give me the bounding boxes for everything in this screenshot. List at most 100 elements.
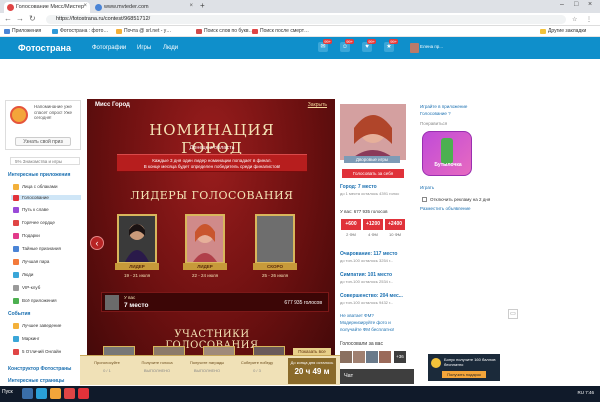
- sidebar-item[interactable]: Всё приложения: [13, 298, 57, 304]
- more-voters-button[interactable]: +36: [394, 351, 406, 363]
- maximize-icon[interactable]: □: [574, 1, 578, 8]
- bookmark-other[interactable]: Другие закладки: [540, 28, 586, 34]
- section-constructor[interactable]: Конструктор Фотостраны: [8, 366, 71, 372]
- sidebar-item[interactable]: VIP-клуб: [13, 285, 40, 291]
- app-icon: [13, 184, 19, 190]
- nav-games[interactable]: Игры: [137, 45, 151, 51]
- play-app-title[interactable]: Играйте в приложение: [420, 104, 467, 109]
- new-tab-button[interactable]: +: [200, 1, 205, 10]
- leader-date: 22 - 24 июля: [191, 273, 219, 278]
- close-contest-link[interactable]: Закрыть: [308, 102, 327, 108]
- menu-icon[interactable]: ⋮: [586, 16, 592, 23]
- sidebar-item[interactable]: Лучшее заведение: [13, 323, 61, 329]
- play-app-title-2[interactable]: Голосование ?: [420, 111, 451, 116]
- charm-place[interactable]: Очарование: 117 место: [340, 251, 398, 257]
- apps-icon: [13, 298, 19, 304]
- play-link[interactable]: Играть: [420, 185, 434, 190]
- promo-line[interactable]: Модернизируйте фото и: [340, 320, 391, 325]
- bookmark-apps[interactable]: Приложения: [4, 28, 41, 34]
- sidebar-item[interactable]: Тайные признания: [13, 246, 61, 252]
- bookmark-mail[interactable]: Почта @ srl.net - у…: [116, 28, 171, 34]
- contest-title[interactable]: Мисс Город: [95, 102, 130, 108]
- sidebar-item[interactable]: Горячее сердце: [13, 220, 55, 226]
- start-button[interactable]: Пуск: [2, 389, 13, 395]
- promo-line[interactable]: Не хватает ФМ?: [340, 313, 374, 318]
- browser-tab[interactable]: www.mvteder.com ×: [92, 2, 196, 13]
- task-item[interactable]: Получите награды ВЫПОЛНЕНО: [186, 360, 228, 373]
- previous-arrow-button[interactable]: ‹: [90, 236, 104, 250]
- scroll-to-top-icon[interactable]: ▭: [508, 309, 518, 319]
- info-ribbon: Каждые 3 дня один лидер номинации попада…: [117, 154, 307, 172]
- url-input[interactable]: https://fotostrana.ru/contest/96851712/: [46, 15, 566, 24]
- leader-date: 25 - 26 июля: [261, 273, 289, 278]
- perfection-place[interactable]: Совершенство: 204 мес...: [340, 293, 403, 299]
- sidebar-item[interactable]: 5 Отличий Онлайн: [13, 349, 61, 355]
- leader-photo[interactable]: [117, 214, 157, 264]
- reload-icon[interactable]: ↻: [29, 14, 36, 23]
- place-ad-link[interactable]: Разместить объявление: [420, 206, 471, 211]
- task-item[interactable]: Получите голоса ВЫПОЛНЕНО: [136, 360, 178, 373]
- tab-close-icon[interactable]: ×: [189, 3, 193, 9]
- avatar[interactable]: [410, 43, 419, 53]
- explorer-icon[interactable]: [22, 388, 33, 399]
- vote-for-self-button[interactable]: Голосовать за себя: [342, 169, 404, 178]
- likes-icon[interactable]: ♥ 99+: [362, 39, 376, 52]
- events-icon[interactable]: ★ 99+: [384, 39, 398, 52]
- bookmark-words[interactable]: Поиск слов по букв…: [196, 28, 254, 34]
- os-taskbar: Пуск RU 7:46: [0, 386, 600, 402]
- bookmark-fotostrana[interactable]: Фотострана : фото…: [52, 28, 108, 34]
- sidebar-item[interactable]: Маркинг: [13, 336, 39, 342]
- friends-progress-bar[interactable]: 5% Знакомства и игры: [10, 157, 80, 165]
- voter-avatar[interactable]: [379, 351, 391, 363]
- back-icon[interactable]: ←: [4, 14, 12, 23]
- promo-text: Напоминание уже спасет опрос! Уже сегодн…: [34, 104, 73, 120]
- voter-avatar[interactable]: [366, 351, 378, 363]
- user-name[interactable]: Елена пр...: [420, 44, 444, 49]
- disable-ad-checkbox[interactable]: [422, 197, 427, 202]
- task-item[interactable]: Проголосуйте 0 / 1: [86, 360, 128, 373]
- chat-bar[interactable]: Чат: [340, 369, 414, 384]
- bookmark-search[interactable]: Поиск после смерт…: [252, 28, 309, 34]
- get-gift-button[interactable]: Получить подарок: [442, 371, 486, 378]
- leaders-heading: ЛИДЕРЫ ГОЛОСОВАНИЯ: [130, 189, 294, 202]
- add-votes-button[interactable]: +1200: [363, 219, 383, 230]
- sidebar-item[interactable]: Подарки: [13, 233, 40, 239]
- voter-avatar[interactable]: [353, 351, 365, 363]
- nav-people[interactable]: Люди: [163, 45, 178, 51]
- browser-tab-active[interactable]: Голосование Мисс/Мистер ×: [4, 2, 90, 13]
- section-interesting-apps[interactable]: Интересные приложения: [8, 172, 70, 178]
- guests-icon[interactable]: ☺ 99+: [340, 39, 354, 52]
- voted-for-you-heading: Голосовали за вас: [340, 341, 383, 347]
- yandex-icon[interactable]: [78, 388, 89, 399]
- tab-close-icon[interactable]: ×: [83, 3, 87, 9]
- nav-photos[interactable]: Фотографии: [92, 45, 126, 51]
- section-events[interactable]: События: [8, 311, 30, 317]
- profile-photo[interactable]: [340, 104, 406, 160]
- promo-line[interactable]: получайте ФМ бесплатно!: [340, 327, 394, 332]
- messages-icon[interactable]: ✉ 99+: [318, 39, 332, 52]
- sympathy-place[interactable]: Симпатия: 101 место: [340, 272, 392, 278]
- leader-photo[interactable]: [185, 214, 225, 264]
- sidebar-item[interactable]: Лица с облаками: [13, 184, 57, 190]
- add-votes-button[interactable]: +2400: [385, 219, 405, 230]
- sidebar-item-voting[interactable]: Голосование: [11, 195, 81, 201]
- task-item[interactable]: Соберите победу 0 / 3: [236, 360, 278, 373]
- voter-avatar[interactable]: [340, 351, 352, 363]
- sidebar-item[interactable]: Лучшая пара: [13, 259, 49, 265]
- minimize-icon[interactable]: –: [560, 1, 564, 8]
- promo-button[interactable]: Узнать свой приз: [15, 137, 71, 146]
- region-selector[interactable]: Донецк и область: [157, 145, 267, 151]
- chrome-icon[interactable]: [64, 388, 75, 399]
- forward-icon[interactable]: →: [16, 14, 24, 23]
- sidebar-item[interactable]: Путь к славе: [13, 207, 49, 213]
- yard-games-button[interactable]: Дворовые игры: [344, 156, 400, 163]
- section-interesting-pages[interactable]: Интересные страницы: [8, 378, 64, 384]
- sidebar-item[interactable]: Люди: [13, 272, 33, 278]
- firefox-icon[interactable]: [50, 388, 61, 399]
- close-window-icon[interactable]: ×: [588, 1, 592, 8]
- star-icon[interactable]: ☆: [572, 16, 577, 23]
- site-logo[interactable]: Фотострана: [18, 43, 71, 53]
- telegram-icon[interactable]: [36, 388, 47, 399]
- add-votes-button[interactable]: +600: [341, 219, 361, 230]
- bottle-game-icon[interactable]: Бутылочка: [422, 131, 472, 176]
